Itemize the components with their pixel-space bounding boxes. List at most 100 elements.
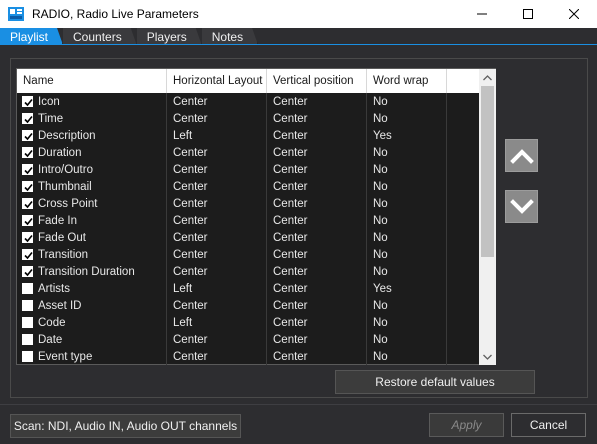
scrollbar-thumb[interactable] [481,86,494,257]
table-row[interactable]: Artists Left Center Yes [17,280,479,297]
move-up-button[interactable] [505,139,538,172]
cell-word-wrap[interactable]: No [367,297,447,314]
header-horizontal-layout[interactable]: Horizontal Layout [167,69,267,93]
cell-vertical-position[interactable]: Center [267,212,367,229]
tab-notes[interactable]: Notes [202,28,258,45]
visibility-checkbox[interactable] [22,266,33,277]
vertical-scrollbar[interactable] [479,69,496,365]
cell-word-wrap[interactable]: No [367,144,447,161]
table-row[interactable]: Thumbnail Center Center No [17,178,479,195]
cell-horizontal-layout[interactable]: Left [167,127,267,144]
scroll-up-arrow-icon[interactable] [479,69,496,86]
cell-word-wrap[interactable]: No [367,331,447,348]
cell-word-wrap[interactable]: No [367,93,447,110]
table-row[interactable]: Icon Center Center No [17,93,479,110]
cell-horizontal-layout[interactable]: Center [167,161,267,178]
cell-word-wrap[interactable]: Yes [367,127,447,144]
cell-horizontal-layout[interactable]: Center [167,348,267,365]
cell-word-wrap[interactable]: No [367,348,447,365]
cell-word-wrap[interactable]: No [367,178,447,195]
header-word-wrap[interactable]: Word wrap [367,69,447,93]
cell-vertical-position[interactable]: Center [267,195,367,212]
table-row[interactable]: Fade In Center Center No [17,212,479,229]
cell-horizontal-layout[interactable]: Center [167,178,267,195]
close-button[interactable] [551,0,597,28]
apply-button[interactable]: Apply [429,413,504,437]
scan-channels-button[interactable]: Scan: NDI, Audio IN, Audio OUT channels [10,414,241,438]
cell-word-wrap[interactable]: No [367,229,447,246]
cell-word-wrap[interactable]: Yes [367,280,447,297]
header-vertical-position[interactable]: Vertical position [267,69,367,93]
maximize-button[interactable] [505,0,551,28]
visibility-checkbox[interactable] [22,351,33,362]
tab-playlist[interactable]: Playlist [0,28,63,45]
table-row[interactable]: Intro/Outro Center Center No [17,161,479,178]
cell-vertical-position[interactable]: Center [267,263,367,280]
table-row[interactable]: Description Left Center Yes [17,127,479,144]
visibility-checkbox[interactable] [22,334,33,345]
scroll-down-arrow-icon[interactable] [479,348,496,365]
cell-word-wrap[interactable]: No [367,161,447,178]
cell-vertical-position[interactable]: Center [267,246,367,263]
cell-horizontal-layout[interactable]: Left [167,314,267,331]
cell-vertical-position[interactable]: Center [267,280,367,297]
cell-word-wrap[interactable]: No [367,263,447,280]
cell-horizontal-layout[interactable]: Center [167,110,267,127]
visibility-checkbox[interactable] [22,164,33,175]
cell-vertical-position[interactable]: Center [267,127,367,144]
tab-players[interactable]: Players [137,28,202,45]
cell-horizontal-layout[interactable]: Center [167,93,267,110]
table-row[interactable]: Asset ID Center Center No [17,297,479,314]
restore-defaults-button[interactable]: Restore default values [335,370,535,394]
visibility-checkbox[interactable] [22,317,33,328]
cell-word-wrap[interactable]: No [367,195,447,212]
table-row[interactable]: Time Center Center No [17,110,479,127]
visibility-checkbox[interactable] [22,198,33,209]
cancel-button[interactable]: Cancel [511,413,586,437]
cell-vertical-position[interactable]: Center [267,110,367,127]
cell-vertical-position[interactable]: Center [267,93,367,110]
cell-vertical-position[interactable]: Center [267,144,367,161]
table-row[interactable]: Transition Duration Center Center No [17,263,479,280]
cell-word-wrap[interactable]: No [367,212,447,229]
table-row[interactable]: Event type Center Center No [17,348,479,365]
visibility-checkbox[interactable] [22,232,33,243]
table-row[interactable]: Date Center Center No [17,331,479,348]
visibility-checkbox[interactable] [22,113,33,124]
cell-vertical-position[interactable]: Center [267,348,367,365]
cell-word-wrap[interactable]: No [367,246,447,263]
cell-horizontal-layout[interactable]: Center [167,263,267,280]
visibility-checkbox[interactable] [22,283,33,294]
visibility-checkbox[interactable] [22,147,33,158]
minimize-button[interactable] [459,0,505,28]
cell-word-wrap[interactable]: No [367,314,447,331]
table-row[interactable]: Transition Center Center No [17,246,479,263]
cell-vertical-position[interactable]: Center [267,314,367,331]
cell-vertical-position[interactable]: Center [267,178,367,195]
cell-horizontal-layout[interactable]: Left [167,280,267,297]
cell-horizontal-layout[interactable]: Center [167,212,267,229]
header-name[interactable]: Name [17,69,167,93]
cell-horizontal-layout[interactable]: Center [167,246,267,263]
cell-horizontal-layout[interactable]: Center [167,144,267,161]
table-row[interactable]: Duration Center Center No [17,144,479,161]
table-row[interactable]: Code Left Center No [17,314,479,331]
cell-horizontal-layout[interactable]: Center [167,297,267,314]
cell-vertical-position[interactable]: Center [267,229,367,246]
tab-counters[interactable]: Counters [63,28,137,45]
cell-vertical-position[interactable]: Center [267,161,367,178]
visibility-checkbox[interactable] [22,96,33,107]
cell-vertical-position[interactable]: Center [267,297,367,314]
cell-word-wrap[interactable]: No [367,110,447,127]
table-row[interactable]: Cross Point Center Center No [17,195,479,212]
cell-horizontal-layout[interactable]: Center [167,229,267,246]
cell-horizontal-layout[interactable]: Center [167,331,267,348]
table-row[interactable]: Fade Out Center Center No [17,229,479,246]
cell-horizontal-layout[interactable]: Center [167,195,267,212]
visibility-checkbox[interactable] [22,249,33,260]
visibility-checkbox[interactable] [22,181,33,192]
cell-vertical-position[interactable]: Center [267,331,367,348]
visibility-checkbox[interactable] [22,130,33,141]
visibility-checkbox[interactable] [22,215,33,226]
visibility-checkbox[interactable] [22,300,33,311]
